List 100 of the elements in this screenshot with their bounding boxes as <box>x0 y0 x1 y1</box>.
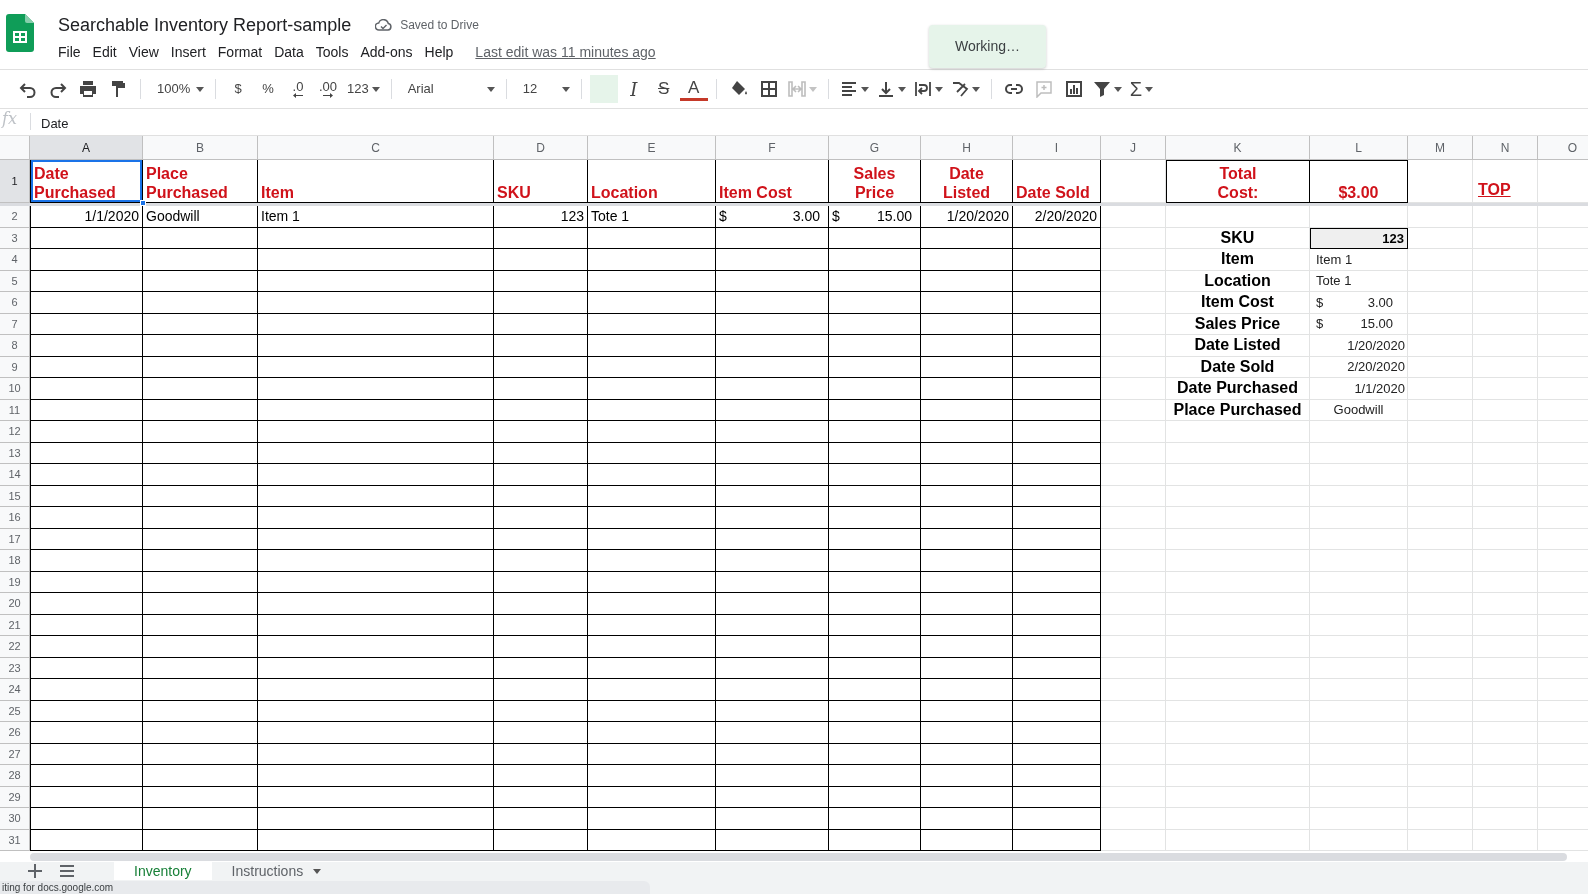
row-number[interactable]: 13 <box>0 442 30 464</box>
table-cell[interactable]: Goodwill <box>143 206 258 228</box>
table-cell[interactable]: 2/20/2020 <box>1310 356 1408 378</box>
row-number[interactable]: 12 <box>0 421 30 443</box>
column-header[interactable]: C <box>258 136 494 160</box>
menu-item[interactable]: Data <box>268 40 310 65</box>
column-header[interactable]: M <box>1408 136 1473 160</box>
format-button[interactable]: 123 <box>344 75 383 103</box>
formula-icon: fx <box>0 109 30 129</box>
menu-item[interactable]: Tools <box>309 40 355 65</box>
row-number[interactable]: 1 <box>0 160 30 203</box>
toggle-button[interactable] <box>589 75 618 103</box>
table-cell[interactable]: $ 3.00 <box>1310 292 1408 314</box>
chart-icon <box>1064 80 1083 98</box>
row-number[interactable]: 23 <box>0 657 30 679</box>
column-header[interactable]: K <box>1166 136 1310 160</box>
row-number[interactable]: 28 <box>0 765 30 787</box>
table-cell[interactable]: 2/20/2020 <box>1013 206 1101 228</box>
table-cell[interactable]: $ 15.00 <box>829 206 921 228</box>
column-header[interactable]: A <box>30 136 143 160</box>
fill-handle[interactable] <box>140 200 146 206</box>
last-edit-link[interactable]: Last edit was 11 minutes ago <box>475 42 656 63</box>
row-number[interactable]: 5 <box>0 270 30 292</box>
menu-item[interactable]: Format <box>211 40 269 65</box>
row-number[interactable]: 4 <box>0 249 30 271</box>
row-number[interactable]: 15 <box>0 485 30 507</box>
row-number[interactable]: 26 <box>0 722 30 744</box>
spreadsheet-icon <box>6 14 34 52</box>
text-rotate-icon <box>950 80 969 98</box>
menu-item[interactable]: Edit <box>86 40 123 65</box>
table-cell[interactable]: $ 15.00 <box>1310 313 1408 335</box>
table-cell[interactable]: Goodwill <box>1310 399 1408 421</box>
row-number[interactable]: 7 <box>0 313 30 335</box>
strikethrough-button[interactable]: S <box>649 75 678 103</box>
table-cell[interactable]: 1/1/2020 <box>1310 378 1408 400</box>
caret-icon <box>860 86 869 92</box>
row-number[interactable]: 17 <box>0 528 30 550</box>
row-number[interactable]: 21 <box>0 614 30 636</box>
column-header[interactable]: H <box>921 136 1013 160</box>
table-cell[interactable]: 1/20/2020 <box>1310 335 1408 357</box>
row-number[interactable]: 11 <box>0 399 30 421</box>
italic-button[interactable]: I <box>619 75 648 103</box>
menu-item[interactable]: Add-ons <box>354 40 419 65</box>
sheet-tab[interactable]: Inventory <box>114 862 212 880</box>
row-number[interactable]: 2 <box>0 206 30 228</box>
row-number[interactable]: 10 <box>0 378 30 400</box>
decimal-button[interactable]: .00 <box>314 75 342 103</box>
row-number[interactable]: 3 <box>0 227 30 249</box>
row-number[interactable]: 29 <box>0 786 30 808</box>
scrollbar[interactable] <box>30 853 1567 861</box>
column-header[interactable]: D <box>494 136 588 160</box>
arrow-icon <box>323 92 333 98</box>
row-number[interactable]: 19 <box>0 571 30 593</box>
dropdown[interactable]: 100% <box>149 75 207 103</box>
sheet-tab[interactable]: Instructions <box>211 862 342 880</box>
column-header[interactable]: O <box>1538 136 1588 160</box>
row-number[interactable]: 9 <box>0 356 30 378</box>
menu-item[interactable]: Help <box>418 40 460 65</box>
row-number[interactable]: 27 <box>0 743 30 765</box>
text-color-button[interactable]: A <box>679 77 708 101</box>
table-cell[interactable]: Tote 1 <box>588 206 716 228</box>
merge-cells-icon <box>787 80 806 98</box>
row-number[interactable]: 31 <box>0 829 30 851</box>
row-number[interactable]: 24 <box>0 679 30 701</box>
row-number[interactable]: 22 <box>0 636 30 658</box>
row-number[interactable]: 16 <box>0 507 30 529</box>
row-number[interactable]: 25 <box>0 700 30 722</box>
sku-input-cell[interactable]: 123 <box>1310 227 1408 249</box>
menu-item[interactable]: Insert <box>164 40 212 65</box>
row-number[interactable]: 20 <box>0 593 30 615</box>
table-cell[interactable]: 1/1/2020 <box>30 206 143 228</box>
dropdown[interactable]: Arial <box>399 75 498 103</box>
column-header[interactable]: B <box>143 136 258 160</box>
table-cell[interactable]: Tote 1 <box>1310 270 1408 292</box>
column-header[interactable]: J <box>1101 136 1166 160</box>
menu-item[interactable]: View <box>122 40 165 65</box>
decimal-button[interactable]: .0 <box>284 75 312 103</box>
row-number[interactable]: 6 <box>0 292 30 314</box>
table-cell[interactable]: 1/20/2020 <box>921 206 1013 228</box>
column-header[interactable]: F <box>716 136 829 160</box>
column-header[interactable]: E <box>588 136 716 160</box>
format-button[interactable]: % <box>254 75 282 103</box>
column-header[interactable]: L <box>1310 136 1408 160</box>
undo-icon <box>19 80 37 98</box>
row-number[interactable]: 14 <box>0 464 30 486</box>
format-button[interactable]: $ <box>224 75 252 103</box>
column-header[interactable]: G <box>829 136 921 160</box>
row-number[interactable]: 18 <box>0 550 30 572</box>
menu-item[interactable]: File <box>52 40 87 65</box>
format-button[interactable]: Σ <box>1126 75 1157 103</box>
row-number[interactable]: 8 <box>0 335 30 357</box>
table-cell[interactable]: $ 3.00 <box>716 206 829 228</box>
table-cell[interactable]: Item 1 <box>258 206 494 228</box>
row-number[interactable]: 30 <box>0 808 30 830</box>
table-cell[interactable]: Item 1 <box>1310 249 1408 271</box>
column-header[interactable]: I <box>1013 136 1101 160</box>
table-cell[interactable]: 123 <box>494 206 588 228</box>
top-link[interactable]: TOP <box>1478 178 1511 202</box>
dropdown[interactable]: 12 <box>514 75 573 103</box>
column-header[interactable]: N <box>1473 136 1538 160</box>
